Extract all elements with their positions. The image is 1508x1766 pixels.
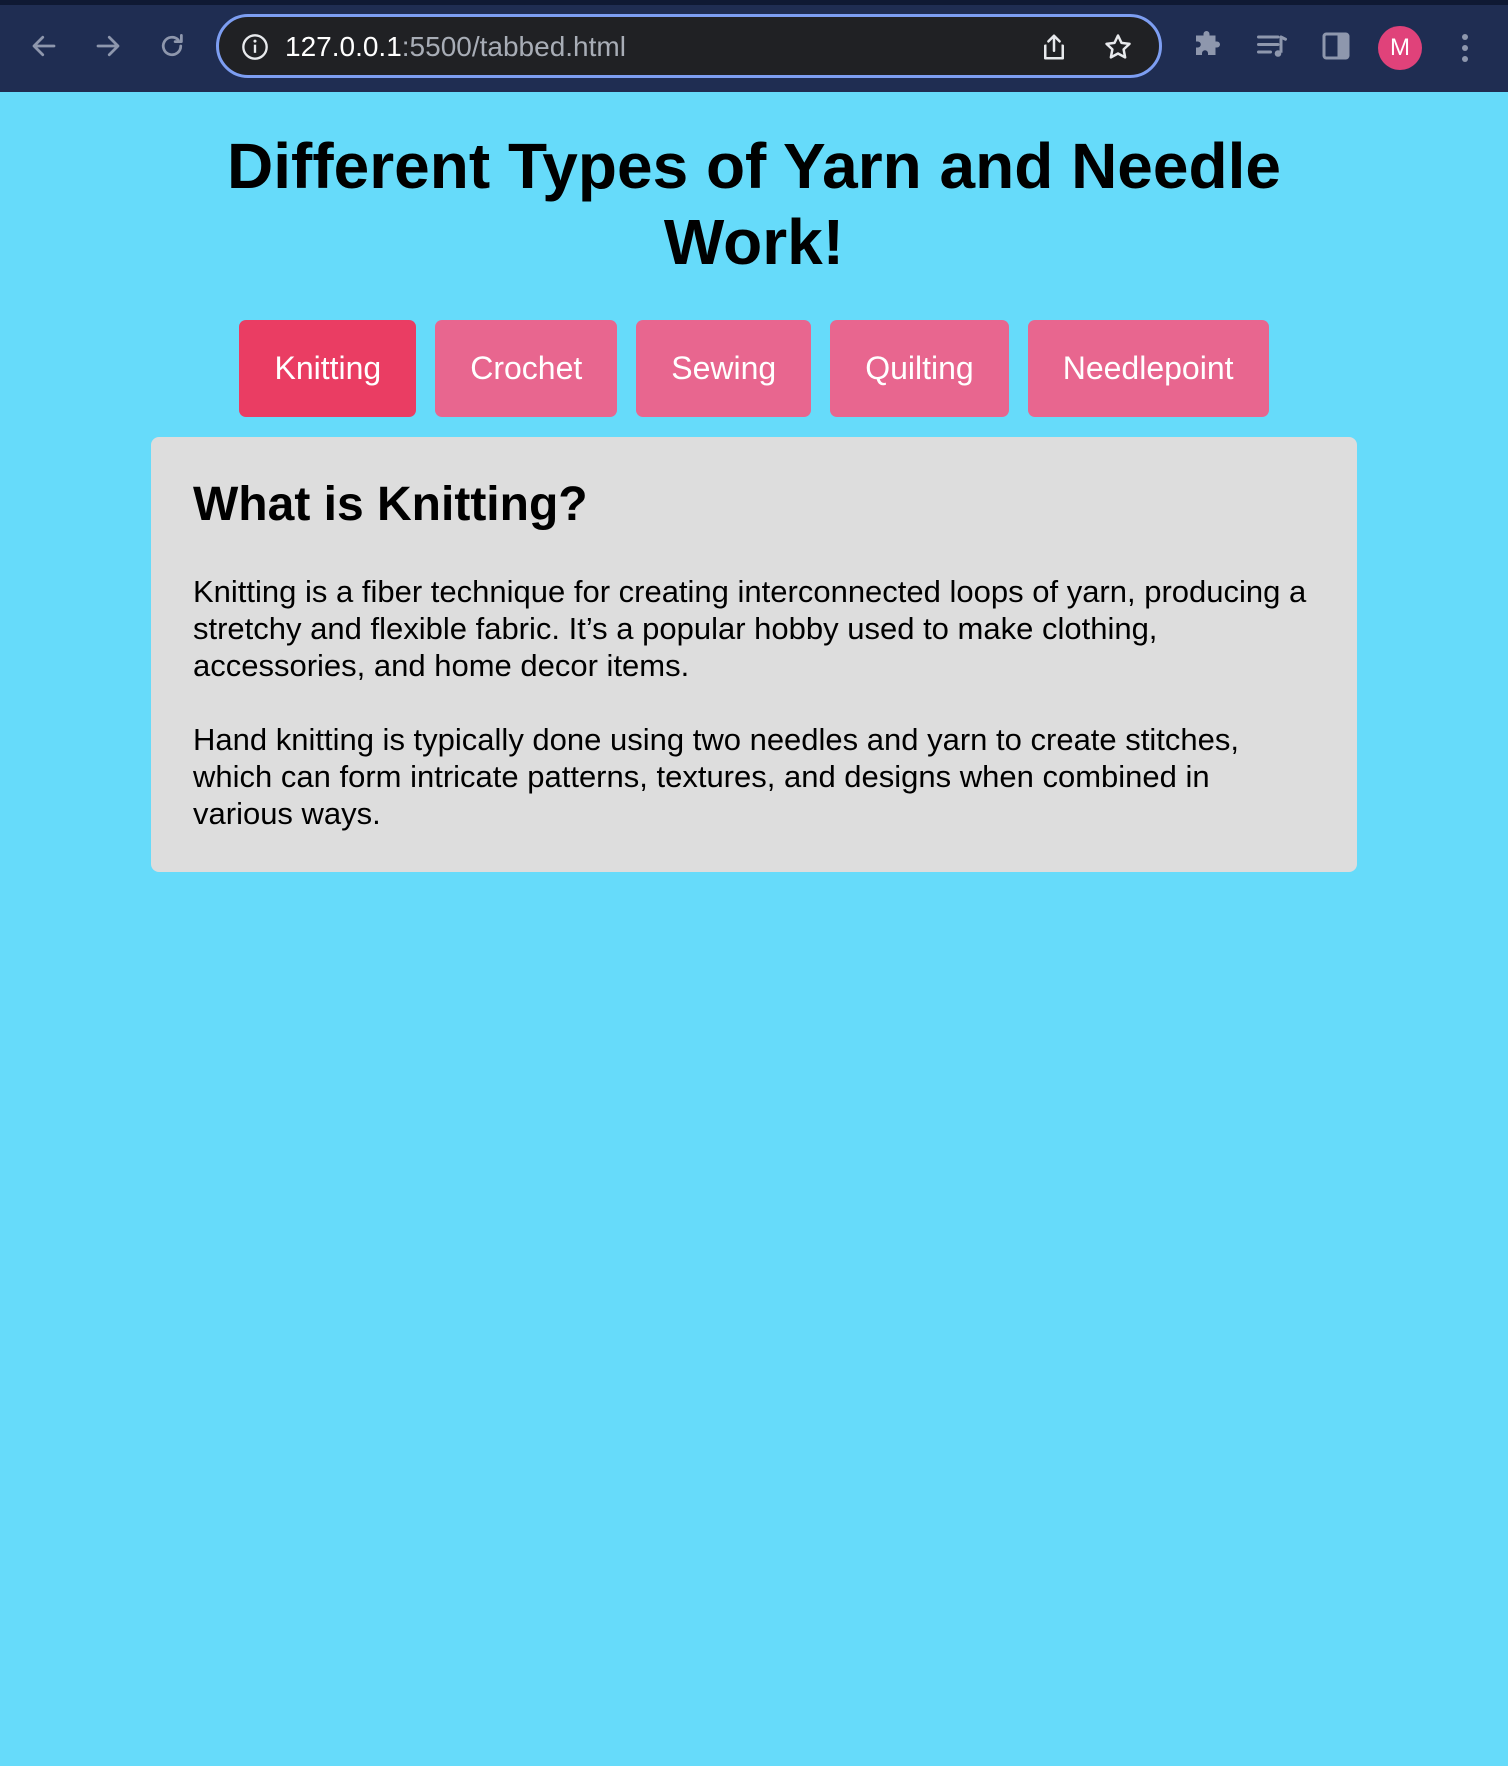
forward-arrow-icon xyxy=(96,35,120,57)
url-text[interactable]: 127.0.0.1:5500/tabbed.html xyxy=(285,31,626,63)
browser-toolbar: 127.0.0.1:5500/tabbed.html M xyxy=(0,0,1508,92)
forward-button[interactable] xyxy=(88,26,128,66)
url-path: :5500/tabbed.html xyxy=(401,31,626,62)
share-icon[interactable] xyxy=(1039,32,1069,62)
side-panel-icon[interactable] xyxy=(1318,28,1354,64)
tab-quilting[interactable]: Quilting xyxy=(830,320,1009,417)
panel-paragraph: Hand knitting is typically done using tw… xyxy=(193,722,1239,831)
panel-paragraph: Knitting is a fiber technique for creati… xyxy=(193,574,1307,683)
menu-kebab-icon[interactable] xyxy=(1452,30,1478,66)
panel-heading: What is Knitting? xyxy=(193,478,588,531)
tab-crochet[interactable]: Crochet xyxy=(435,320,618,417)
media-queue-icon[interactable] xyxy=(1254,28,1290,64)
tab-sewing[interactable]: Sewing xyxy=(636,320,812,417)
tab-strip-edge xyxy=(0,0,1508,5)
profile-avatar[interactable]: M xyxy=(1378,26,1422,70)
back-arrow-icon xyxy=(32,35,56,57)
address-bar[interactable]: 127.0.0.1:5500/tabbed.html xyxy=(216,14,1162,78)
tab-bar: Knitting Crochet Sewing Quilting Needlep… xyxy=(0,320,1508,417)
tab-content-panel: What is Knitting? Knitting is a fiber te… xyxy=(151,437,1357,872)
url-host: 127.0.0.1 xyxy=(285,31,402,62)
tab-knitting[interactable]: Knitting xyxy=(239,320,417,417)
page-title: Different Types of Yarn and Needle Work! xyxy=(227,130,1281,278)
info-icon[interactable] xyxy=(241,33,269,61)
reload-icon xyxy=(161,34,183,57)
back-button[interactable] xyxy=(24,26,64,66)
reload-button[interactable] xyxy=(152,26,192,66)
extensions-puzzle-icon[interactable] xyxy=(1190,28,1226,64)
tab-needlepoint[interactable]: Needlepoint xyxy=(1027,320,1269,417)
bookmark-star-icon[interactable] xyxy=(1103,32,1133,62)
